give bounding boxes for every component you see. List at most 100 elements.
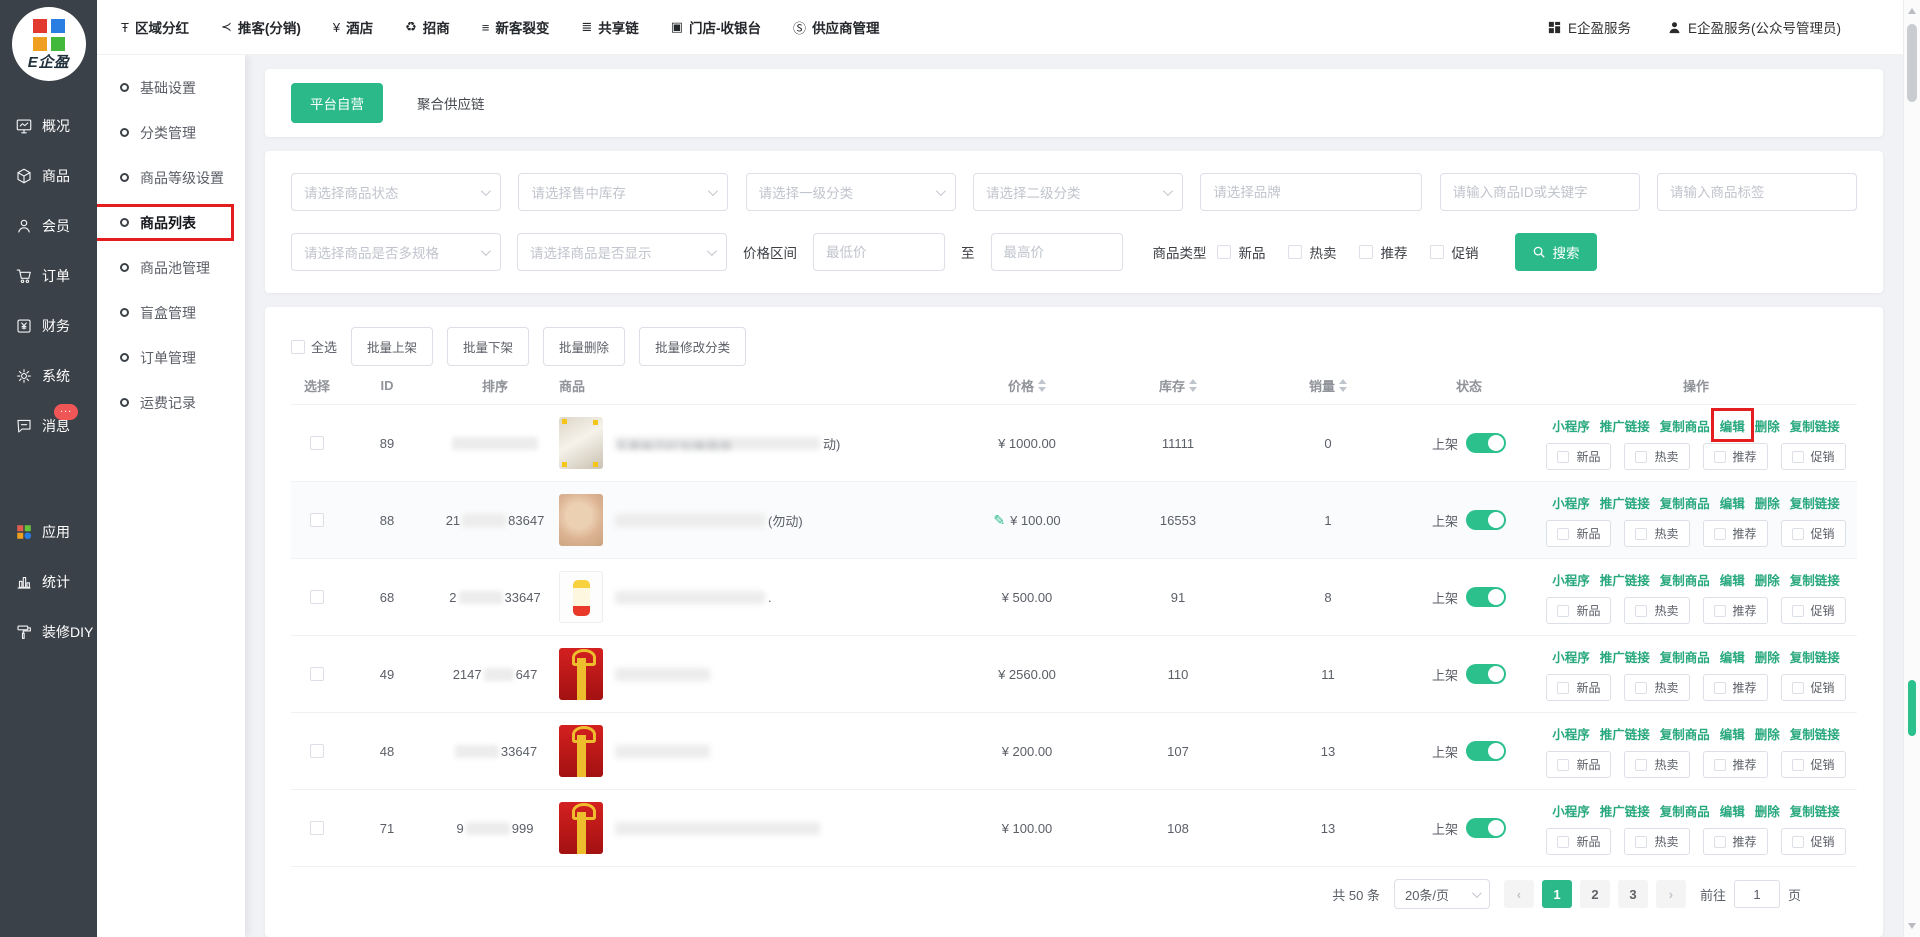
nav-supplier-management[interactable]: Ⓢ供应商管理 bbox=[793, 17, 880, 37]
row-checkbox[interactable] bbox=[310, 821, 324, 835]
checkbox-icon[interactable] bbox=[1288, 245, 1302, 259]
search-button[interactable]: 搜索 bbox=[1515, 233, 1597, 271]
service-menu[interactable]: E企盈服务 bbox=[1547, 17, 1631, 37]
select-onsale-stock[interactable]: 请选择售中库存 bbox=[518, 173, 728, 211]
sidebar-item-decorate-diy[interactable]: 装修DIY bbox=[0, 607, 97, 657]
page-button-1[interactable]: 1 bbox=[1542, 880, 1572, 908]
scroll-up-arrow-icon[interactable] bbox=[1908, 8, 1916, 14]
action-copy-link[interactable]: 复制链接 bbox=[1790, 493, 1840, 512]
checkbox-icon[interactable] bbox=[1792, 682, 1804, 694]
product-image[interactable] bbox=[559, 648, 603, 700]
scrollbar-thumb[interactable] bbox=[1907, 24, 1917, 102]
chip-hot-sale[interactable]: 热卖 bbox=[1624, 674, 1689, 701]
action-edit[interactable]: 编辑 bbox=[1720, 416, 1745, 435]
sort-price-control[interactable] bbox=[1038, 379, 1046, 392]
checkbox-icon[interactable] bbox=[1714, 605, 1726, 617]
select-all-checkbox[interactable]: 全选 bbox=[291, 337, 337, 356]
action-delete[interactable]: 删除 bbox=[1755, 493, 1780, 512]
action-promotion-link[interactable]: 推广链接 bbox=[1600, 416, 1650, 435]
chip-promotion[interactable]: 促销 bbox=[1781, 597, 1846, 624]
product-image[interactable] bbox=[559, 571, 603, 623]
checkbox-icon[interactable] bbox=[1557, 759, 1569, 771]
next-page-button[interactable]: › bbox=[1656, 880, 1686, 908]
status-toggle[interactable] bbox=[1466, 664, 1506, 684]
checkbox-icon[interactable] bbox=[1430, 245, 1444, 259]
chip-new-product[interactable]: 新品 bbox=[1546, 828, 1611, 855]
vertical-scrollbar[interactable] bbox=[1903, 0, 1920, 937]
action-copy-product[interactable]: 复制商品 bbox=[1660, 570, 1710, 589]
chip-new-product[interactable]: 新品 bbox=[1546, 674, 1611, 701]
checkbox-icon[interactable] bbox=[1557, 605, 1569, 617]
chip-new-product[interactable]: 新品 bbox=[1546, 520, 1611, 547]
action-miniprogram[interactable]: 小程序 bbox=[1552, 493, 1590, 512]
action-promotion-link[interactable]: 推广链接 bbox=[1600, 647, 1650, 666]
chip-promotion[interactable]: 促销 bbox=[1781, 443, 1846, 470]
sidebar-item-overview[interactable]: 概况 bbox=[0, 101, 97, 151]
page-size-select[interactable]: 20条/页 bbox=[1394, 879, 1490, 909]
batch-delist-button[interactable]: 批量下架 bbox=[447, 327, 529, 366]
action-edit[interactable]: 编辑 bbox=[1720, 570, 1745, 589]
sidebar-item-orders[interactable]: 订单 bbox=[0, 251, 97, 301]
prev-page-button[interactable]: ‹ bbox=[1504, 880, 1534, 908]
submenu-category-management[interactable]: 分类管理 bbox=[97, 110, 245, 155]
checkbox-icon[interactable] bbox=[1359, 245, 1373, 259]
action-copy-product[interactable]: 复制商品 bbox=[1660, 724, 1710, 743]
goto-page-input[interactable] bbox=[1734, 880, 1780, 908]
checkbox-icon[interactable] bbox=[1792, 528, 1804, 540]
checkbox-icon[interactable] bbox=[1635, 451, 1647, 463]
select-visibility[interactable]: 请选择商品是否显示 bbox=[517, 233, 727, 271]
action-delete[interactable]: 删除 bbox=[1755, 724, 1780, 743]
select-first-level-category[interactable]: 请选择一级分类 bbox=[746, 173, 956, 211]
action-miniprogram[interactable]: 小程序 bbox=[1552, 724, 1590, 743]
chip-promotion[interactable]: 促销 bbox=[1781, 520, 1846, 547]
row-checkbox[interactable] bbox=[310, 590, 324, 604]
checkbox-icon[interactable] bbox=[291, 340, 305, 354]
checkbox-icon[interactable] bbox=[1635, 605, 1647, 617]
page-button-3[interactable]: 3 bbox=[1618, 880, 1648, 908]
checkbox-promotion[interactable]: 促销 bbox=[1430, 242, 1479, 262]
action-copy-product[interactable]: 复制商品 bbox=[1660, 801, 1710, 820]
chip-hot-sale[interactable]: 热卖 bbox=[1624, 828, 1689, 855]
nav-investment[interactable]: ♻招商 bbox=[405, 17, 450, 37]
action-delete[interactable]: 删除 bbox=[1755, 647, 1780, 666]
row-checkbox[interactable] bbox=[310, 667, 324, 681]
action-copy-product[interactable]: 复制商品 bbox=[1660, 647, 1710, 666]
checkbox-icon[interactable] bbox=[1635, 528, 1647, 540]
submenu-freight-records[interactable]: 运费记录 bbox=[97, 380, 245, 425]
checkbox-icon[interactable] bbox=[1635, 836, 1647, 848]
action-edit[interactable]: 编辑 bbox=[1720, 801, 1745, 820]
action-copy-link[interactable]: 复制链接 bbox=[1790, 416, 1840, 435]
action-miniprogram[interactable]: 小程序 bbox=[1552, 647, 1590, 666]
batch-change-category-button[interactable]: 批量修改分类 bbox=[639, 327, 746, 366]
checkbox-icon[interactable] bbox=[1635, 759, 1647, 771]
tab-platform-self-operated[interactable]: 平台自营 bbox=[291, 83, 383, 123]
checkbox-icon[interactable] bbox=[1714, 451, 1726, 463]
sort-asc-icon[interactable] bbox=[1339, 379, 1347, 384]
product-tag-input[interactable] bbox=[1657, 173, 1857, 211]
row-checkbox[interactable] bbox=[310, 744, 324, 758]
checkbox-icon[interactable] bbox=[1557, 528, 1569, 540]
nav-region-dividend[interactable]: Ŧ区域分红 bbox=[121, 17, 189, 37]
sidebar-item-members[interactable]: 会员 bbox=[0, 201, 97, 251]
sidebar-item-products[interactable]: 商品 bbox=[0, 151, 97, 201]
tab-aggregated-supply-chain[interactable]: 聚合供应链 bbox=[417, 93, 485, 113]
sort-stock-control[interactable] bbox=[1189, 379, 1197, 392]
action-edit[interactable]: 编辑 bbox=[1720, 647, 1745, 666]
row-checkbox[interactable] bbox=[310, 436, 324, 450]
chip-hot-sale[interactable]: 热卖 bbox=[1624, 751, 1689, 778]
product-image[interactable] bbox=[559, 725, 603, 777]
checkbox-icon[interactable] bbox=[1557, 682, 1569, 694]
submenu-product-level-settings[interactable]: 商品等级设置 bbox=[97, 155, 245, 200]
action-miniprogram[interactable]: 小程序 bbox=[1552, 801, 1590, 820]
account-menu[interactable]: E企盈服务(公众号管理员) bbox=[1667, 17, 1841, 37]
checkbox-icon[interactable] bbox=[1635, 682, 1647, 694]
checkbox-icon[interactable] bbox=[1557, 836, 1569, 848]
sidebar-item-system[interactable]: 系统 bbox=[0, 351, 97, 401]
batch-delete-button[interactable]: 批量删除 bbox=[543, 327, 625, 366]
status-toggle[interactable] bbox=[1466, 587, 1506, 607]
action-copy-product[interactable]: 复制商品 bbox=[1660, 493, 1710, 512]
checkbox-icon[interactable] bbox=[1792, 451, 1804, 463]
sidebar-item-messages[interactable]: 消息 ... bbox=[0, 401, 97, 451]
sort-sales-control[interactable] bbox=[1339, 379, 1347, 392]
chip-recommended[interactable]: 推荐 bbox=[1703, 443, 1768, 470]
